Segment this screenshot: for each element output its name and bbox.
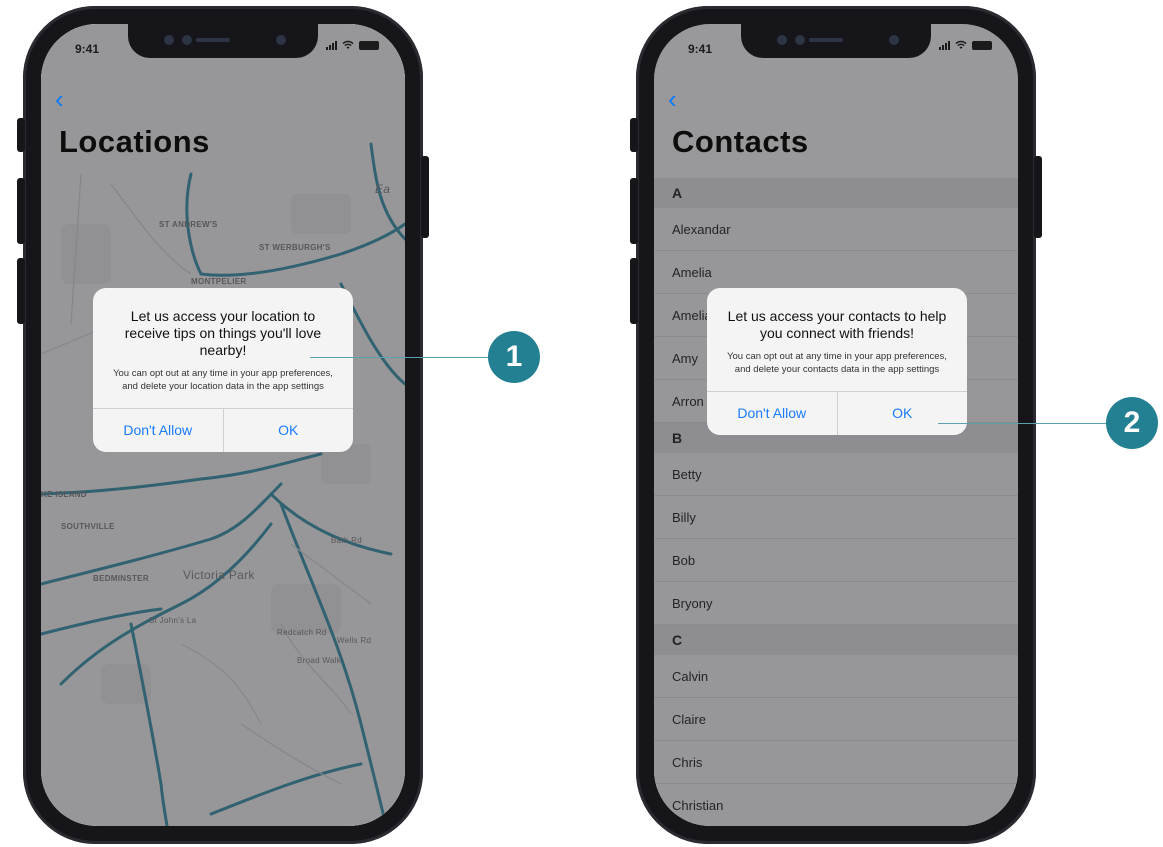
alert-title: Let us access your contacts to help you … [727,308,947,341]
wifi-icon [342,40,354,49]
power-button [421,156,429,238]
dont-allow-button[interactable]: Don't Allow [93,409,223,452]
dont-allow-button[interactable]: Don't Allow [707,392,837,435]
back-chevron-icon[interactable]: ‹ [668,86,677,112]
mute-switch [630,118,638,152]
alert-title: Let us access your location to receive t… [124,308,322,358]
alert-actions: Don't Allow OK [707,391,967,435]
mute-switch [17,118,25,152]
locations-screen: ST ANDREW'S ST WERBURGH'S MONTPELIER KE … [41,24,405,826]
battery-icon [972,40,992,50]
volume-down-button [17,258,25,324]
callout-badge: 1 [488,331,540,383]
power-button [1034,156,1042,238]
phone-frame-locations: ST ANDREW'S ST WERBURGH'S MONTPELIER KE … [17,6,429,844]
status-icons [326,40,379,50]
status-time: 9:41 [75,42,100,56]
back-chevron-icon[interactable]: ‹ [55,86,64,112]
notch [741,24,931,58]
volume-down-button [630,258,638,324]
contacts-permission-alert: Let us access your contacts to help you … [707,288,967,435]
page-title: Contacts [672,124,809,159]
contacts-screen: A Alexandar Amelia Amelia Amy Arron B Be… [654,24,1018,826]
phone-frame-contacts: A Alexandar Amelia Amelia Amy Arron B Be… [630,6,1042,844]
ok-button[interactable]: OK [222,409,354,452]
volume-up-button [17,178,25,244]
wifi-icon [955,40,967,49]
ok-button[interactable]: OK [836,392,968,435]
status-time: 9:41 [688,42,713,56]
notch [128,24,318,58]
volume-up-button [630,178,638,244]
page-title: Locations [59,124,210,159]
alert-message: You can opt out at any time in your app … [727,351,947,375]
battery-icon [359,40,379,50]
callout-line [938,423,1108,424]
location-permission-alert: Let us access your location to receive t… [93,288,353,452]
alert-message: You can opt out at any time in your app … [113,368,333,392]
signal-icon [939,40,950,50]
callout-badge: 2 [1106,397,1158,449]
status-icons [939,40,992,50]
callout-line [310,357,490,358]
signal-icon [326,40,337,50]
alert-actions: Don't Allow OK [93,408,353,452]
